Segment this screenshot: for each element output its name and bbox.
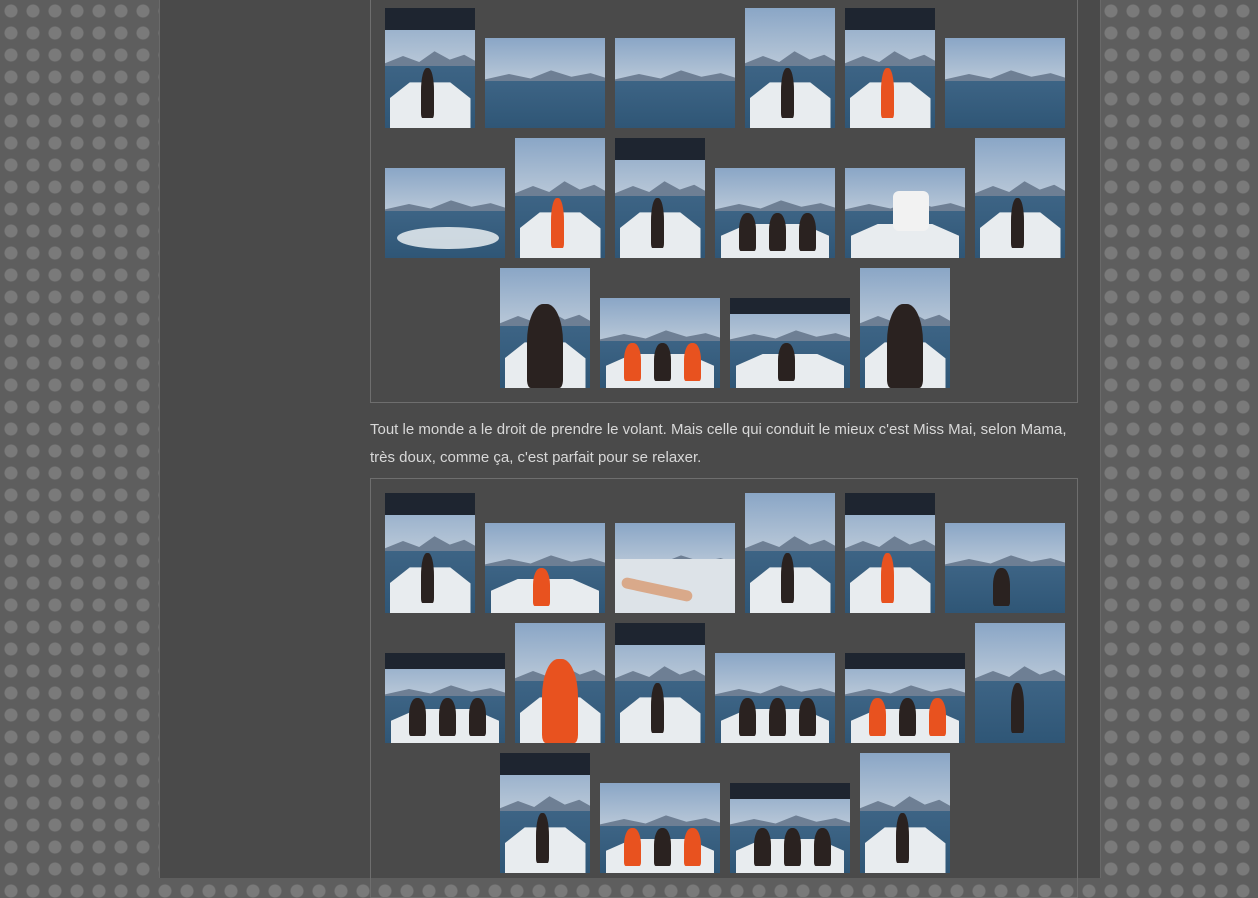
photo-thumbnail[interactable]	[715, 653, 835, 743]
photo-thumbnail[interactable]	[845, 493, 935, 613]
photo-thumbnail[interactable]	[945, 38, 1065, 128]
photo-thumbnail[interactable]	[515, 138, 605, 258]
page-content: Tout le monde a le droit de prendre le v…	[159, 0, 1101, 898]
photo-thumbnail[interactable]	[845, 653, 965, 743]
photo-thumbnail[interactable]	[860, 268, 950, 388]
photo-thumbnail[interactable]	[615, 138, 705, 258]
photo-thumbnail[interactable]	[715, 168, 835, 258]
photo-thumbnail[interactable]	[385, 168, 505, 258]
photo-thumbnail[interactable]	[845, 168, 965, 258]
gallery-caption: Tout le monde a le droit de prendre le v…	[370, 421, 1067, 466]
photo-thumbnail[interactable]	[975, 623, 1065, 743]
photo-thumbnail[interactable]	[860, 753, 950, 873]
photo-thumbnail[interactable]	[515, 623, 605, 743]
photo-thumbnail[interactable]	[945, 523, 1065, 613]
photo-thumbnail[interactable]	[745, 493, 835, 613]
photo-thumbnail[interactable]	[975, 138, 1065, 258]
photo-thumbnail[interactable]	[615, 623, 705, 743]
photo-thumbnail[interactable]	[485, 38, 605, 128]
photo-thumbnail[interactable]	[615, 523, 735, 613]
photo-thumbnail[interactable]	[500, 268, 590, 388]
photo-thumbnail[interactable]	[745, 8, 835, 128]
photo-thumbnail[interactable]	[500, 753, 590, 873]
photo-thumbnail[interactable]	[600, 783, 720, 873]
photo-thumbnail[interactable]	[385, 8, 475, 128]
photo-gallery-1	[370, 0, 1078, 403]
photo-gallery-2	[370, 478, 1078, 898]
photo-thumbnail[interactable]	[615, 38, 735, 128]
photo-thumbnail[interactable]	[845, 8, 935, 128]
photo-thumbnail[interactable]	[385, 653, 505, 743]
photo-thumbnail[interactable]	[485, 523, 605, 613]
photo-thumbnail[interactable]	[730, 783, 850, 873]
photo-thumbnail[interactable]	[730, 298, 850, 388]
photo-thumbnail[interactable]	[385, 493, 475, 613]
photo-thumbnail[interactable]	[600, 298, 720, 388]
